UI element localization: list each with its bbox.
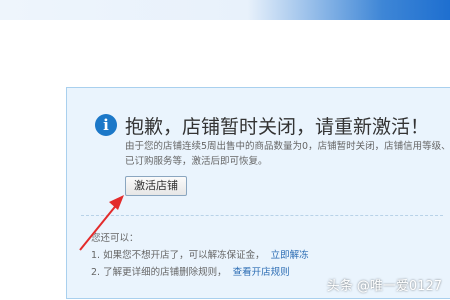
red-arrow-annotation	[79, 195, 124, 251]
watermark-text: 头条 @唯一爱0127	[326, 279, 442, 294]
